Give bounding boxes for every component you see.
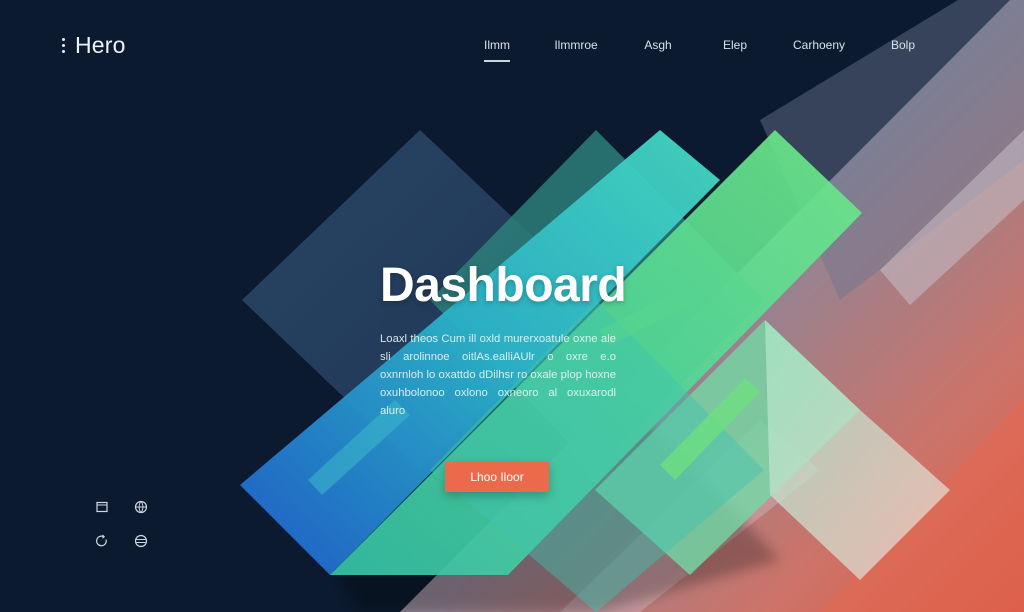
hero-description: Loaxl theos Cum ill oxld murerxoatule ox…: [380, 333, 616, 417]
square-outline-icon[interactable]: [92, 497, 112, 517]
nav-item-3[interactable]: Asgh: [644, 38, 671, 52]
nav-item-6[interactable]: Bolp: [891, 38, 915, 52]
globe-icon[interactable]: [131, 497, 151, 517]
layers-icon[interactable]: [131, 531, 151, 551]
nav-item-2[interactable]: Ilmmroe: [554, 38, 597, 52]
hero-title: Dashboard: [380, 259, 627, 312]
top-nav: Ilmm Ilmmroe Asgh Elep Carhoeny Bolp: [0, 38, 1024, 68]
nav-item-5[interactable]: Carhoeny: [793, 38, 845, 52]
nav-item-4[interactable]: Elep: [723, 38, 747, 52]
nav-item-1[interactable]: Ilmm: [484, 38, 510, 62]
refresh-icon[interactable]: [92, 531, 112, 551]
cta-button[interactable]: Lhoo Iloor: [445, 462, 549, 492]
